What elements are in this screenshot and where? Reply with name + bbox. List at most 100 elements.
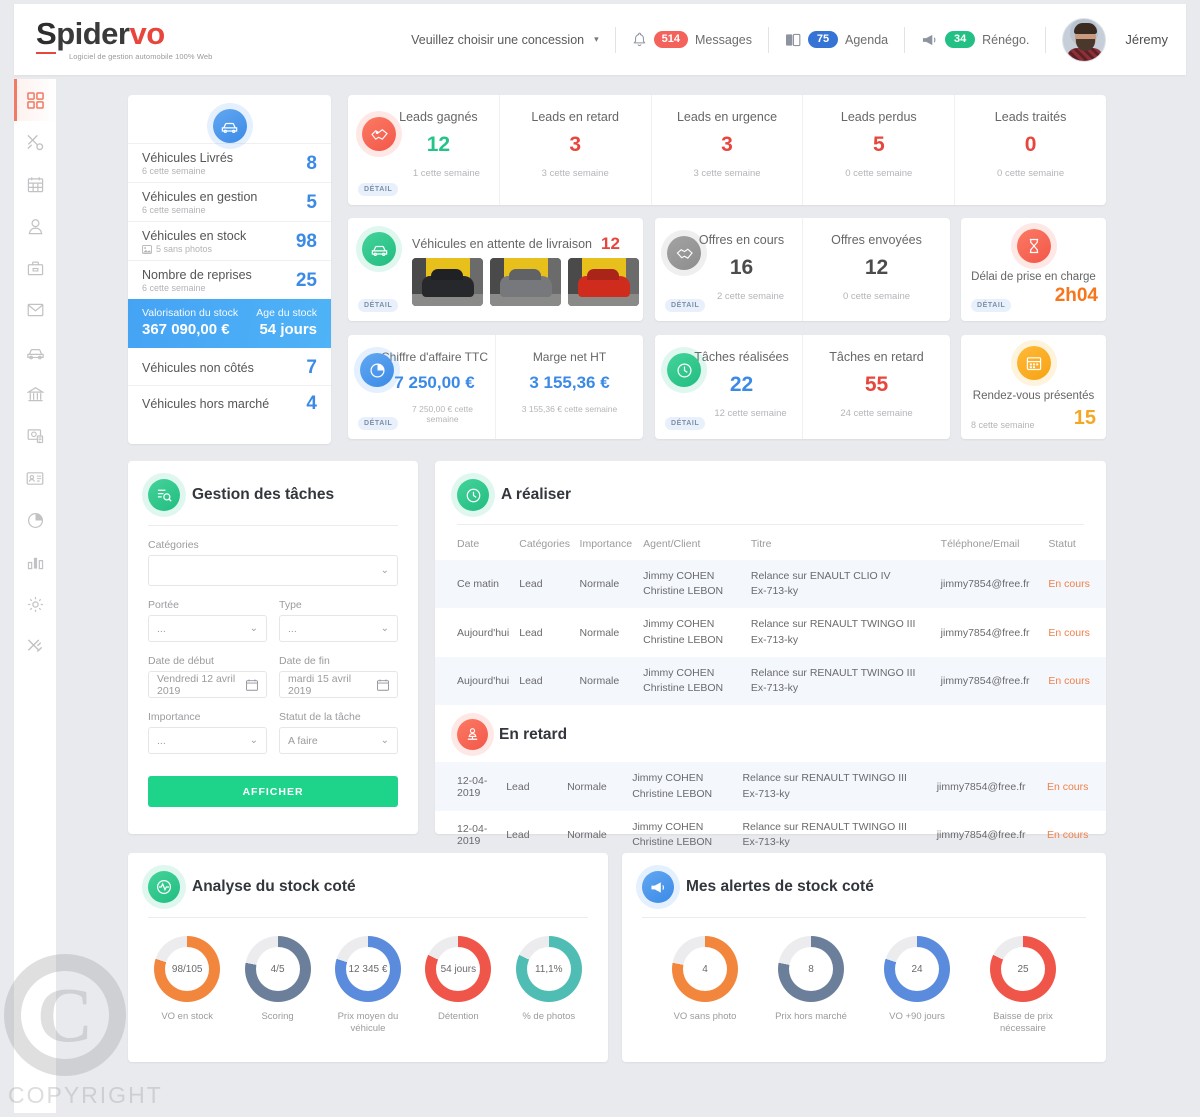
col-statut: Statut: [1048, 538, 1076, 550]
cell-categorie: Lead: [506, 828, 530, 841]
kpi-taches-en-retard[interactable]: Tâches en retard 55 24 cette semaine: [802, 335, 950, 439]
calendar-icon: [246, 679, 258, 691]
logo-vo: vo: [129, 16, 165, 51]
bar-chart-icon: [27, 555, 44, 570]
kpi-offres-envoyees[interactable]: Offres envoyées 12 0 cette semaine: [802, 218, 950, 321]
agenda-nav[interactable]: 75 Agenda: [785, 31, 888, 48]
vehicles-awaiting-delivery-card[interactable]: Véhicules en attente de livraison 12 DÉT…: [348, 218, 643, 321]
categories-select[interactable]: ⌄: [148, 555, 398, 586]
concession-selector[interactable]: Veuillez choisir une concession ▾: [411, 33, 599, 47]
sidebar-item-bar-chart[interactable]: [14, 541, 56, 583]
kpi-leads-en-urgence[interactable]: Leads en urgence 3 3 cette semaine: [650, 95, 803, 205]
vehicle-thumb-black[interactable]: [412, 258, 483, 306]
sidebar-item-vehicles[interactable]: [14, 331, 56, 373]
messages-badge: 514: [653, 31, 689, 48]
kpi-sub: 12 cette semaine: [714, 408, 787, 419]
appointments-card[interactable]: Rendez-vous présentés 8 cette semaine 15: [961, 335, 1106, 439]
sidebar-item-bank[interactable]: [14, 373, 56, 415]
detail-button[interactable]: DÉTAIL: [358, 183, 399, 196]
donut-baisse-prix[interactable]: 25 Baisse de prix nécessaire: [978, 936, 1068, 1036]
table-row[interactable]: 12-04-2019 Lead Normale Jimmy COHEN Chris…: [435, 811, 1106, 859]
detail-button[interactable]: DÉTAIL: [665, 299, 706, 312]
donut-scoring[interactable]: 4/5 Scoring: [233, 936, 323, 1036]
vehicle-row-hors-marche[interactable]: Véhicules hors marché 4: [128, 385, 331, 421]
vehicle-thumb-gray[interactable]: [490, 258, 561, 306]
kpi-value: 3 155,36 €: [529, 373, 610, 392]
donut-chart-group-analysis: 98/105 VO en stock 4/5 Scoring 12 345 € …: [128, 918, 608, 1036]
user-menu[interactable]: Jéremy: [1062, 17, 1168, 62]
row-value: 5: [306, 191, 317, 213]
kpi-leads-perdus[interactable]: Leads perdus 5 0 cette semaine: [802, 95, 954, 205]
sidebar-item-photo-search[interactable]: [14, 415, 56, 457]
table-header-row: Date Catégories Importance Agent/Client …: [435, 525, 1106, 560]
vehicle-row-gestion[interactable]: Véhicules en gestion 6 cette semaine 5: [128, 182, 331, 221]
donut-vo-en-stock[interactable]: 98/105 VO en stock: [142, 936, 232, 1036]
car-icon: [212, 109, 247, 143]
logo-letter-s: S: [36, 16, 57, 54]
donut-vo-sans-photo[interactable]: 4 VO sans photo: [660, 936, 750, 1036]
table-row[interactable]: Aujourd'hui Lead Normale Jimmy COHEN Chri…: [435, 656, 1106, 706]
megaphone-icon: [642, 871, 674, 903]
statut-select[interactable]: A faire ⌄: [279, 727, 398, 754]
kpi-leads-traites[interactable]: Leads traités 0 0 cette semaine: [954, 95, 1106, 205]
header-right: Veuillez choisir une concession ▾ 514 Me…: [236, 17, 1186, 62]
col-date: Date: [457, 538, 480, 550]
stock-valuation-banner[interactable]: Valorisation du stock 367 090,00 € Age d…: [128, 299, 331, 348]
vehicle-row-reprises[interactable]: Nombre de reprises 6 cette semaine 25: [128, 260, 331, 299]
type-select[interactable]: ... ⌄: [279, 615, 398, 642]
renego-nav[interactable]: 34 Rénégo.: [921, 31, 1029, 48]
messages-nav[interactable]: 514 Messages: [632, 31, 752, 48]
detail-button[interactable]: DÉTAIL: [358, 299, 399, 312]
app-logo[interactable]: Spidervo Logiciel de gestion automobile …: [36, 16, 236, 61]
kpi-title: Leads perdus: [840, 110, 917, 124]
sidebar-item-pie-chart[interactable]: [14, 499, 56, 541]
cell-categorie: Lead: [519, 626, 543, 639]
kpi-leads-gagnes[interactable]: Leads gagnés 12 1 cette semaine DÉTAIL: [348, 95, 499, 205]
kpi-chiffre-affaire[interactable]: Chiffre d'affaire TTC 7 250,00 € 7 250,0…: [348, 335, 495, 439]
importance-select[interactable]: ... ⌄: [148, 727, 267, 754]
donut-pct-photos[interactable]: 11,1% % de photos: [504, 936, 594, 1036]
panel-header: Analyse du stock coté: [148, 871, 588, 918]
vehicle-row-stock[interactable]: Véhicules en stock 5 sans photos 98: [128, 221, 331, 260]
bank-icon: [26, 386, 44, 403]
donut-prix-hors-marche[interactable]: 8 Prix hors marché: [766, 936, 856, 1036]
kpi-title: Tâches en retard: [829, 350, 924, 364]
vehicle-row-livres[interactable]: Véhicules Livrés 6 cette semaine 8: [128, 143, 331, 182]
vehicle-row-non-cotes[interactable]: Véhicules non côtés 7: [128, 348, 331, 385]
detail-button[interactable]: DÉTAIL: [358, 417, 399, 430]
sidebar-item-messages[interactable]: [14, 289, 56, 331]
categories-label: Catégories: [148, 539, 199, 551]
car-icon: [26, 345, 45, 360]
sidebar-item-dashboard[interactable]: [14, 79, 56, 121]
a-realiser-header: A réaliser: [457, 479, 1084, 525]
table-row[interactable]: Aujourd'hui Lead Normale Jimmy COHEN Chri…: [435, 608, 1106, 656]
donut-label: VO en stock: [161, 1011, 214, 1022]
sidebar-item-id-card[interactable]: [14, 457, 56, 499]
kpi-leads-en-retard[interactable]: Leads en retard 3 3 cette semaine: [498, 95, 651, 205]
kpi-taches-realisees[interactable]: Tâches réalisées 22 12 cette semaine DÉT…: [655, 335, 802, 439]
detail-button[interactable]: DÉTAIL: [971, 299, 1012, 312]
afficher-button[interactable]: AFFICHER: [148, 776, 398, 807]
date-debut-input[interactable]: Vendredi 12 avril 2019: [148, 671, 267, 698]
handling-delay-card[interactable]: Délai de prise en charge 2h04 DÉTAIL: [961, 218, 1106, 321]
donut-prix-moyen[interactable]: 12 345 € Prix moyen du véhicule: [323, 936, 413, 1036]
sidebar-item-tools[interactable]: [14, 121, 56, 163]
sidebar-item-tools-alt[interactable]: [14, 625, 56, 667]
donut-value: 54 jours: [436, 947, 481, 991]
sidebar-item-calendar[interactable]: [14, 163, 56, 205]
sidebar-item-settings[interactable]: [14, 583, 56, 625]
kpi-value: 0: [1024, 133, 1037, 156]
sidebar-item-person[interactable]: [14, 205, 56, 247]
donut-vo-90-jours[interactable]: 24 VO +90 jours: [872, 936, 962, 1036]
portee-label: Portée: [148, 599, 179, 611]
kpi-marge-net[interactable]: Marge net HT 3 155,36 € 3 155,36 € cette…: [495, 335, 643, 439]
donut-detention[interactable]: 54 jours Détention: [413, 936, 503, 1036]
table-row[interactable]: Ce matin Lead Normale Jimmy COHEN Christi…: [435, 560, 1106, 609]
date-fin-input[interactable]: mardi 15 avril 2019: [279, 671, 398, 698]
sidebar-item-briefcase[interactable]: [14, 247, 56, 289]
vehicle-thumb-red[interactable]: [568, 258, 639, 306]
detail-button[interactable]: DÉTAIL: [665, 417, 706, 430]
portee-select[interactable]: ... ⌄: [148, 615, 267, 642]
table-row[interactable]: 12-04-2019 Lead Normale Jimmy COHEN Chris…: [435, 762, 1106, 811]
kpi-offres-en-cours[interactable]: Offres en cours 16 2 cette semaine DÉTAI…: [655, 218, 802, 321]
